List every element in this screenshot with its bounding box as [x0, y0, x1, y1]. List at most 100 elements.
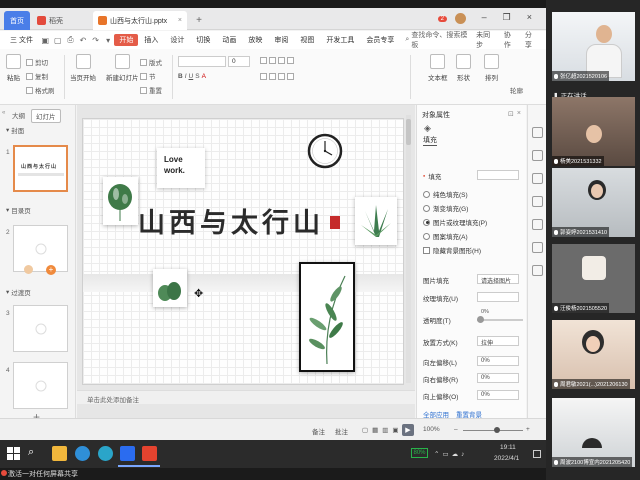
- copy-button[interactable]: 复制: [26, 71, 48, 81]
- format-painter-button[interactable]: 格式刷: [26, 85, 55, 95]
- notes-toggle[interactable]: 备注: [312, 426, 325, 436]
- close-window-icon[interactable]: ×: [527, 12, 532, 23]
- justify-icon[interactable]: [287, 73, 294, 80]
- menu-slideshow[interactable]: 放映: [242, 35, 268, 45]
- offset-left-stepper[interactable]: 0%: [477, 356, 519, 366]
- slide-thumbnail-4[interactable]: [13, 362, 68, 409]
- system-tray-icons[interactable]: ⌃▭☁♪: [434, 450, 467, 458]
- font-size-select[interactable]: 0: [228, 56, 250, 67]
- text-box-button[interactable]: 文本框: [428, 54, 448, 82]
- font-color-icon[interactable]: A: [202, 73, 206, 80]
- scrollbar-thumb[interactable]: [406, 119, 411, 145]
- tab-outline[interactable]: 大纲: [8, 109, 29, 123]
- font-family-select[interactable]: [178, 56, 226, 67]
- section-cover[interactable]: ▾ 封面: [6, 125, 24, 135]
- settings-icon[interactable]: [532, 150, 543, 161]
- print-icon[interactable]: ⎙: [66, 35, 75, 45]
- share-button[interactable]: 分享: [525, 30, 538, 50]
- align-center-icon[interactable]: [269, 73, 276, 80]
- tab-fill[interactable]: 填充: [423, 135, 437, 146]
- menu-insert[interactable]: 插入: [138, 35, 164, 45]
- properties-icon[interactable]: [532, 127, 543, 138]
- view-mode-icons[interactable]: ▢▦▥▣: [362, 426, 403, 434]
- collapse-panel-icon[interactable]: «: [2, 110, 5, 116]
- battery-indicator[interactable]: 80%: [411, 448, 428, 458]
- align-right-icon[interactable]: [278, 73, 285, 80]
- transparency-slider[interactable]: [477, 316, 523, 323]
- shape-button[interactable]: 形状: [456, 54, 471, 82]
- menu-home[interactable]: 开始: [114, 34, 139, 46]
- command-search[interactable]: ⌕ 查找命令、搜索模板: [400, 30, 476, 50]
- notification-badge[interactable]: 2: [437, 15, 447, 22]
- cut-button[interactable]: 剪切: [26, 57, 48, 67]
- layout-button[interactable]: 版式: [140, 57, 162, 67]
- succulent-picture[interactable]: [153, 269, 187, 307]
- clock-time[interactable]: 19:11: [500, 444, 516, 451]
- start-from-current-button[interactable]: 当页开始: [70, 54, 96, 82]
- clock-date[interactable]: 2022/4/1: [494, 455, 519, 462]
- vertical-scrollbar[interactable]: [406, 115, 411, 383]
- paste-button[interactable]: 粘贴: [6, 54, 21, 82]
- participant-video[interactable]: 郭姿婷2021531410: [552, 168, 635, 237]
- redo-icon[interactable]: ↷: [91, 36, 100, 45]
- menu-developer[interactable]: 开发工具: [320, 35, 360, 45]
- tab-document[interactable]: 山西与太行山.pptx ×: [93, 11, 187, 30]
- section-button[interactable]: 节: [140, 71, 156, 81]
- clock-image[interactable]: [307, 133, 343, 169]
- zoom-slider-knob[interactable]: [494, 427, 501, 433]
- menu-member[interactable]: 会员专享: [360, 35, 400, 45]
- participant-video[interactable]: 张亿超2021520106: [552, 12, 635, 81]
- slide-thumbnail-2[interactable]: [13, 225, 68, 272]
- offset-up-stepper[interactable]: 0%: [477, 390, 519, 400]
- participant-video[interactable]: 汪俊杨2021505520: [552, 244, 635, 313]
- close-tab-icon[interactable]: ×: [178, 17, 182, 24]
- line-spacing-icon[interactable]: [287, 57, 294, 64]
- slide-title[interactable]: 山西与太行山: [138, 201, 324, 240]
- agave-picture[interactable]: [355, 197, 397, 245]
- tile-mode-select[interactable]: 拉伸: [477, 336, 519, 347]
- italic-icon[interactable]: I: [185, 73, 187, 80]
- option-solid-fill[interactable]: 纯色填充(S): [423, 189, 468, 199]
- browser-icon[interactable]: [98, 446, 113, 461]
- tab-home[interactable]: 首页: [4, 11, 30, 30]
- section-contents[interactable]: ▾ 目录页: [6, 205, 31, 215]
- search-icon[interactable]: ⌕: [28, 446, 43, 461]
- undo-icon[interactable]: ↶: [79, 36, 88, 45]
- menu-file[interactable]: 三 文件: [4, 35, 39, 45]
- align-left-icon[interactable]: [260, 73, 267, 80]
- comment-toggle[interactable]: 批注: [335, 426, 348, 436]
- new-slide-button[interactable]: 新建幻灯片: [106, 54, 139, 82]
- close-panel-icon[interactable]: ×: [517, 110, 521, 118]
- section-transition[interactable]: ▾ 过渡页: [6, 287, 31, 297]
- location-icon[interactable]: [532, 265, 543, 276]
- minimize-icon[interactable]: –: [482, 12, 487, 23]
- wps-app-icon[interactable]: [142, 446, 157, 461]
- love-work-card[interactable]: Love work.: [157, 148, 205, 188]
- help-icon[interactable]: [532, 219, 543, 230]
- menu-view[interactable]: 视图: [294, 35, 320, 45]
- sync-status[interactable]: 未同步: [476, 30, 496, 50]
- slider-knob[interactable]: [477, 316, 484, 323]
- notes-area[interactable]: 单击此处添加备注: [77, 390, 415, 404]
- edge-browser-icon[interactable]: [75, 446, 90, 461]
- participant-video[interactable]: 周波2100博宣内2021205420: [552, 398, 635, 467]
- shape-style-icon[interactable]: [532, 196, 543, 207]
- tab-slides[interactable]: 幻灯片: [31, 109, 61, 123]
- indent-icon[interactable]: [278, 57, 285, 64]
- tab-store[interactable]: 稻壳: [32, 11, 88, 30]
- zoom-in-icon[interactable]: +: [526, 426, 530, 433]
- meeting-app-icon[interactable]: [120, 446, 135, 461]
- menu-review[interactable]: 审阅: [268, 35, 294, 45]
- option-gradient-fill[interactable]: 渐变填充(G): [423, 203, 468, 213]
- open-icon[interactable]: ▢: [54, 36, 63, 45]
- maximize-icon[interactable]: ❐: [503, 12, 511, 23]
- slide-thumbnail-3[interactable]: [13, 305, 68, 352]
- pin-icon[interactable]: ⊡: [508, 110, 514, 118]
- thumbnail-play-icon[interactable]: [24, 265, 33, 274]
- menu-animation[interactable]: 动画: [216, 35, 242, 45]
- reset-button[interactable]: 重置: [140, 85, 162, 95]
- strike-icon[interactable]: S: [195, 73, 199, 80]
- translate-icon[interactable]: [532, 242, 543, 253]
- zoom-out-icon[interactable]: –: [454, 426, 458, 433]
- option-picture-fill[interactable]: 图片或纹理填充(P): [423, 217, 487, 227]
